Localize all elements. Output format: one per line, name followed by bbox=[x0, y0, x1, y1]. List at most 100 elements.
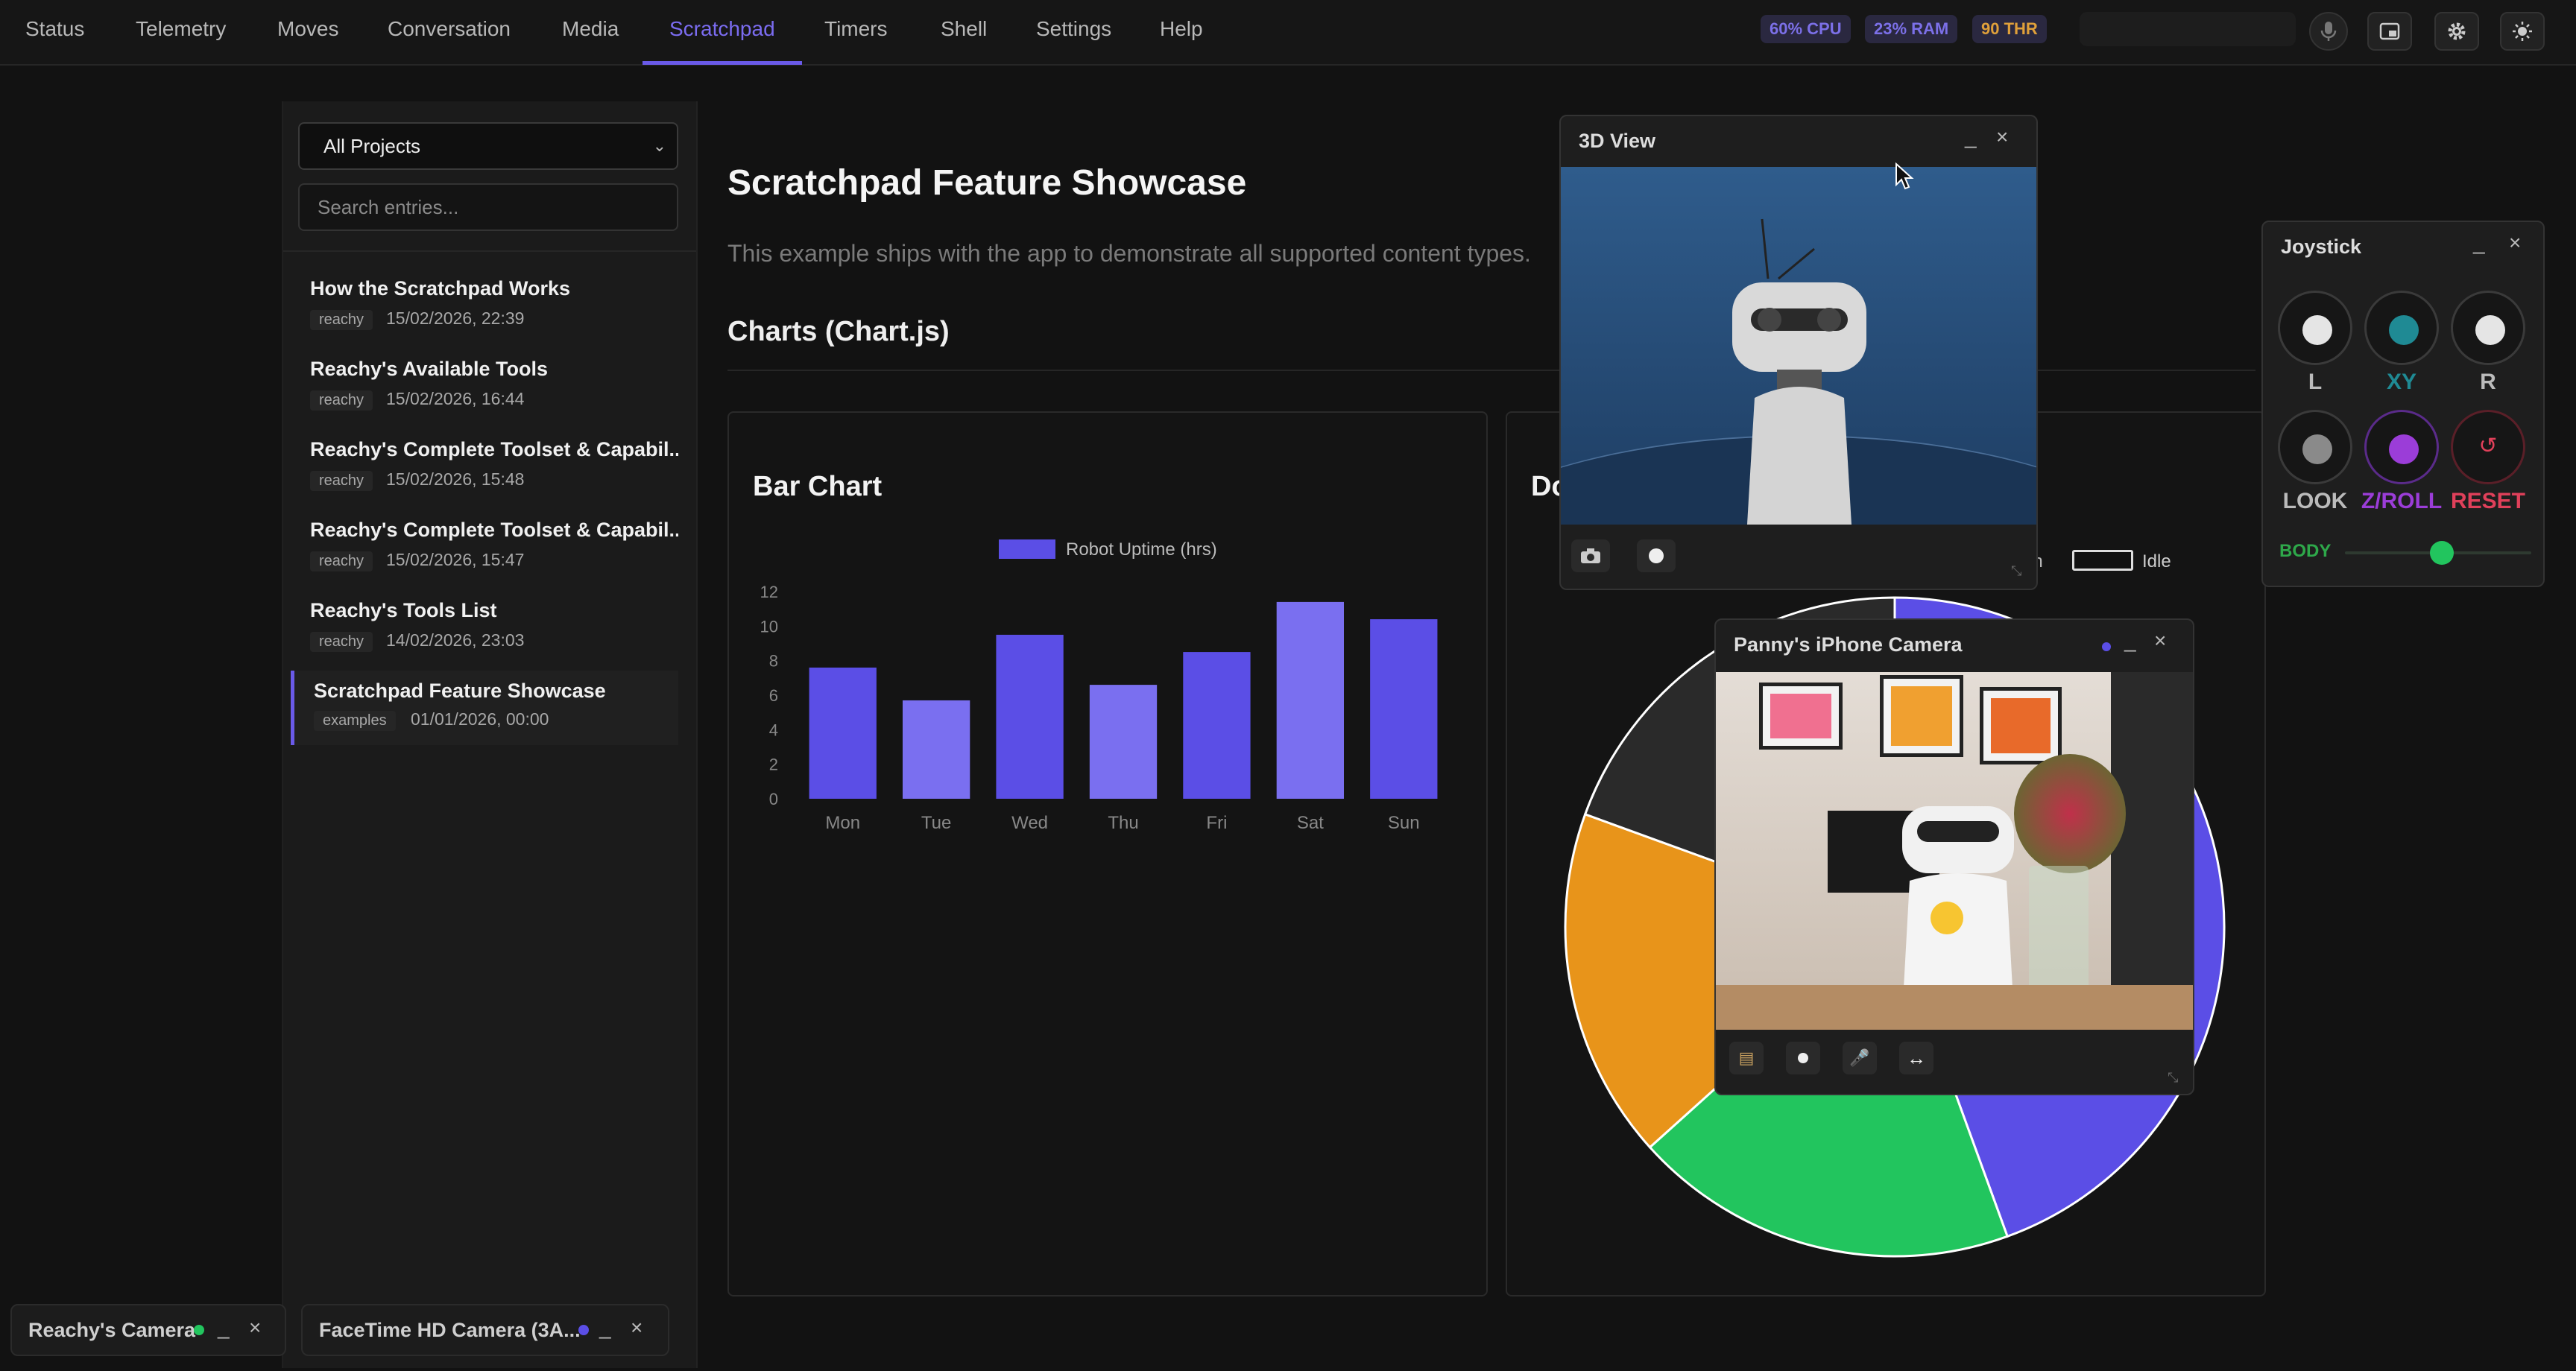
dock-facetime-camera[interactable]: FaceTime HD Camera (3A... _ × bbox=[301, 1304, 669, 1356]
tab-settings[interactable]: Settings bbox=[1033, 0, 1114, 64]
bar bbox=[1089, 685, 1158, 799]
robot-model bbox=[1732, 218, 1866, 525]
minimize-button[interactable]: _ bbox=[2473, 231, 2485, 255]
right-stick[interactable] bbox=[2451, 291, 2525, 365]
window-title: Panny's iPhone Camera bbox=[1734, 633, 1963, 656]
bar bbox=[809, 667, 877, 799]
right-stick-label: R bbox=[2480, 370, 2496, 394]
window-header[interactable]: 3D View _ × bbox=[1561, 116, 2036, 165]
entry-tag: reachy bbox=[310, 390, 373, 411]
wall-frame bbox=[1980, 687, 2062, 764]
entry-title: Reachy's Complete Toolset & Capabil... bbox=[310, 438, 678, 460]
reset-label: RESET bbox=[2450, 489, 2526, 513]
close-button[interactable]: × bbox=[2509, 231, 2521, 255]
tab-timers[interactable]: Timers bbox=[821, 0, 891, 64]
minimize-button[interactable]: _ bbox=[599, 1316, 611, 1340]
entry-tag: reachy bbox=[310, 471, 373, 491]
robot-photo bbox=[1902, 806, 2014, 1015]
reset-button[interactable]: ↺ bbox=[2451, 410, 2525, 484]
joystick-window[interactable]: Joystick _ × L XY R ↺ LOOK Z/ROLL RESET … bbox=[2261, 221, 2545, 587]
resize-handle-icon[interactable]: ⤡ bbox=[2168, 1070, 2178, 1086]
iphone-camera-window[interactable]: Panny's iPhone Camera _ × ▤ 🎤 ↔ ⤡ bbox=[1714, 618, 2194, 1095]
3d-view-window[interactable]: 3D View _ × ⤡ bbox=[1559, 115, 2038, 590]
tab-status[interactable]: Status bbox=[22, 0, 87, 64]
top-nav: Status Telemetry Moves Conversation Medi… bbox=[0, 0, 2576, 66]
tab-scratchpad[interactable]: Scratchpad bbox=[666, 0, 778, 64]
legend-label: Robot Uptime (hrs) bbox=[1066, 539, 1217, 560]
record-icon[interactable] bbox=[1637, 539, 1676, 572]
entry-date: 15/02/2026, 16:44 bbox=[386, 389, 525, 408]
tab-conversation[interactable]: Conversation bbox=[385, 0, 514, 64]
minimize-button[interactable]: _ bbox=[1965, 125, 1977, 149]
thread-badge: 90 THR bbox=[1972, 15, 2047, 43]
live-indicator bbox=[2102, 642, 2111, 651]
zroll-stick[interactable] bbox=[2364, 410, 2439, 484]
xy-stick-label: XY bbox=[2386, 370, 2417, 394]
project-select[interactable]: All Projects ⌄ bbox=[298, 122, 678, 170]
page-title: Scratchpad Feature Showcase bbox=[727, 163, 1247, 203]
gear-icon[interactable] bbox=[2434, 12, 2479, 51]
record-icon[interactable] bbox=[1786, 1042, 1820, 1074]
reset-icon: ↺ bbox=[2478, 434, 2498, 458]
minimize-button[interactable]: _ bbox=[2124, 629, 2136, 653]
close-button[interactable]: × bbox=[2154, 629, 2166, 653]
close-button[interactable]: × bbox=[631, 1316, 643, 1340]
sun-icon[interactable] bbox=[2500, 12, 2545, 51]
3d-viewport[interactable] bbox=[1561, 167, 2036, 525]
x-tick-label: Mon bbox=[825, 813, 860, 830]
look-stick[interactable] bbox=[2278, 410, 2352, 484]
tab-moves[interactable]: Moves bbox=[274, 0, 341, 64]
y-tick-label: 6 bbox=[769, 686, 778, 705]
bar bbox=[1183, 652, 1251, 799]
entry-item[interactable]: Reachy's Complete Toolset & Capabil... r… bbox=[291, 514, 678, 586]
picture-in-picture-icon[interactable] bbox=[2367, 12, 2412, 51]
entry-item[interactable]: Reachy's Available Tools reachy 15/02/20… bbox=[291, 353, 678, 425]
body-slider-thumb[interactable] bbox=[2430, 541, 2454, 565]
y-tick-label: 2 bbox=[769, 756, 778, 774]
entry-item-active[interactable]: Scratchpad Feature Showcase examples 01/… bbox=[291, 671, 678, 745]
body-slider-label: BODY bbox=[2279, 541, 2332, 561]
close-button[interactable]: × bbox=[249, 1316, 261, 1340]
microphone-icon[interactable]: 🎤 bbox=[1843, 1042, 1877, 1074]
search-input[interactable]: Search entries... bbox=[298, 183, 678, 231]
entry-tag: examples bbox=[314, 711, 396, 731]
bar bbox=[902, 700, 970, 799]
look-label: LOOK bbox=[2282, 489, 2348, 513]
entry-item[interactable]: Reachy's Tools List reachy 14/02/2026, 2… bbox=[291, 595, 678, 666]
zroll-label: Z/ROLL bbox=[2361, 489, 2443, 513]
flowers bbox=[2014, 754, 2126, 873]
bar bbox=[1370, 619, 1438, 799]
window-header[interactable]: Joystick _ × bbox=[2263, 222, 2543, 271]
dock-label: Reachy's Camera bbox=[28, 1319, 196, 1341]
entry-tag: reachy bbox=[310, 551, 373, 571]
y-tick-label: 10 bbox=[760, 617, 778, 636]
wall-frame bbox=[1880, 675, 1963, 757]
x-tick-label: Fri bbox=[1206, 813, 1227, 830]
entry-title: Reachy's Tools List bbox=[310, 599, 497, 621]
tab-help[interactable]: Help bbox=[1157, 0, 1206, 64]
bar-chart-card: Bar Chart Robot Uptime (hrs) 0 2 4 6 8 10 12 Mon… bbox=[727, 411, 1488, 1296]
swap-horizontal-icon[interactable]: ↔ bbox=[1899, 1042, 1933, 1074]
close-button[interactable]: × bbox=[1996, 125, 2008, 149]
camera-icon[interactable] bbox=[1571, 539, 1610, 572]
tab-telemetry[interactable]: Telemetry bbox=[133, 0, 229, 64]
entry-item[interactable]: Reachy's Complete Toolset & Capabil... r… bbox=[291, 434, 678, 505]
window-header[interactable]: Panny's iPhone Camera _ × bbox=[1716, 620, 2193, 669]
resize-handle-icon[interactable]: ⤡ bbox=[2011, 563, 2021, 579]
snapshot-icon[interactable]: ▤ bbox=[1729, 1042, 1764, 1074]
minimize-button[interactable]: _ bbox=[218, 1316, 230, 1340]
mouse-cursor-icon bbox=[1895, 162, 1914, 190]
entry-item[interactable]: How the Scratchpad Works reachy 15/02/20… bbox=[291, 273, 678, 344]
left-stick[interactable] bbox=[2278, 291, 2352, 365]
y-tick-label: 4 bbox=[769, 721, 778, 739]
dock-reachy-camera[interactable]: Reachy's Camera _ × bbox=[10, 1304, 286, 1356]
tab-media[interactable]: Media bbox=[559, 0, 622, 64]
xy-stick[interactable] bbox=[2364, 291, 2439, 365]
entry-date: 15/02/2026, 15:48 bbox=[386, 469, 525, 489]
entry-title: Scratchpad Feature Showcase bbox=[314, 680, 606, 702]
entry-tag: reachy bbox=[310, 310, 373, 330]
entry-date: 15/02/2026, 22:39 bbox=[386, 308, 525, 328]
vase bbox=[2029, 866, 2089, 992]
microphone-icon[interactable] bbox=[2309, 12, 2348, 51]
tab-shell[interactable]: Shell bbox=[938, 0, 990, 64]
